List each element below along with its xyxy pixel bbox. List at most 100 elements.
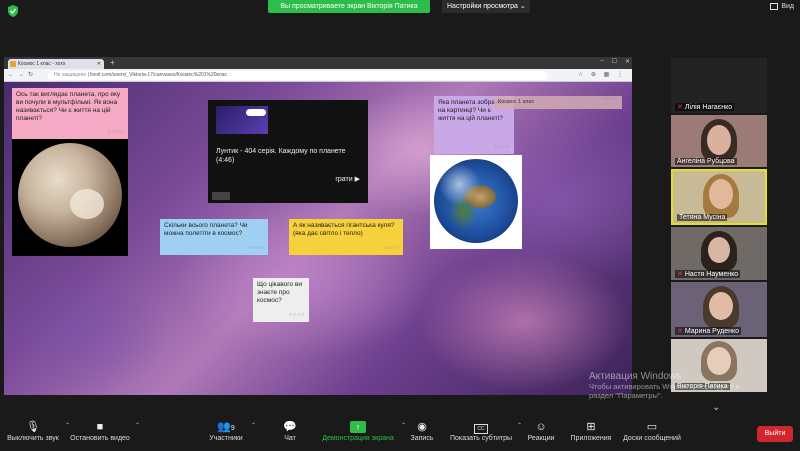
chevron-up-icon[interactable]: ⌃ (135, 422, 140, 429)
participant-tile[interactable]: Ангеліна Рубцова (671, 115, 767, 167)
browser-tabbar: Космос 1 клас - xxxx ✕ + – ☐ ✕ (4, 57, 632, 69)
whiteboard-label: Доски сообщений (623, 435, 681, 442)
not-secure-label: Не защищено (54, 72, 87, 78)
video-thumbnail[interactable] (216, 106, 268, 134)
note-text: Скільки всього планета? Чи можна полетіт… (164, 222, 248, 237)
forward-icon[interactable]: → (18, 72, 28, 78)
participant-face (709, 292, 733, 320)
apps-button[interactable]: ⊞ Приложения (569, 420, 613, 444)
reload-icon[interactable]: ↻ (28, 72, 37, 78)
back-icon[interactable]: ← (8, 72, 18, 78)
view-mode-label: Вид (781, 3, 794, 10)
watermark-title: Активация Windows (589, 371, 682, 382)
note-tools-icon[interactable]: ○○○○ (602, 93, 618, 106)
close-icon[interactable]: ✕ (625, 58, 630, 65)
class-chip[interactable]: Космос 1 клас ○○○○ (494, 96, 622, 109)
zoom-window: Вы просматриваете экран Вікторія Патика … (0, 0, 800, 451)
note-tools-icon[interactable]: ○○○○ (289, 311, 305, 319)
reactions-button[interactable]: ☺ Реакции (527, 420, 555, 444)
chevron-up-icon[interactable]: ⌃ (517, 422, 522, 429)
captions-label: Показать субтитры (450, 435, 513, 442)
mic-muted-icon: ✕ (677, 271, 683, 278)
new-tab-button[interactable]: + (110, 58, 115, 67)
video-label: Остановить видео (70, 435, 130, 442)
pluto-planet-image (18, 143, 122, 247)
shield-icon (8, 5, 18, 17)
earth-image[interactable] (430, 155, 522, 249)
whiteboard-button[interactable]: ▭ Доски сообщений (622, 420, 682, 444)
linoit-canvas[interactable]: Ось так виглядає планета, про яку ви поч… (4, 82, 632, 395)
view-settings-dropdown[interactable]: Настройки просмотра ⌄ (442, 0, 530, 13)
chevron-up-icon[interactable]: ⌃ (401, 422, 406, 429)
record-button[interactable]: ◉ Запись (408, 420, 436, 444)
play-button[interactable]: грати ▶ (335, 176, 360, 184)
mic-muted-icon: ✕ (677, 328, 683, 335)
reactions-icon: ☺ (535, 421, 547, 433)
captions-icon: CC (474, 424, 488, 434)
nav-buttons: ←→↻ (8, 71, 37, 78)
meeting-toolbar: 🎙 Выключить звук ⌃ ■ Остановить видео ⌃ … (0, 417, 800, 451)
camera-icon: ■ (96, 421, 104, 433)
share-screen-icon: ↑ (350, 421, 366, 433)
participant-name: ✕ Настя Науменко (675, 270, 741, 278)
captions-button[interactable]: CC Показать субтитры ⌃ (450, 420, 522, 444)
note-tools-icon[interactable]: ○○○○ (383, 244, 399, 252)
watermark-line: раздел "Параметры". (589, 391, 663, 400)
pluto-image[interactable] (12, 139, 128, 256)
note-tools-icon[interactable]: ○○○○ (248, 244, 264, 252)
mute-button[interactable]: 🎙 Выключить звук ⌃ (6, 420, 70, 444)
chat-label: Чат (284, 435, 296, 442)
minimize-icon[interactable]: – (600, 58, 603, 65)
participant-tile[interactable]: ✕ Лілія Нагаєнко (671, 58, 767, 113)
viewing-share-banner: Вы просматриваете экран Вікторія Патика (268, 0, 430, 13)
extensions-icons[interactable]: ☆ ⊕ ▦ ⋮ (578, 71, 626, 78)
participant-name: Ангеліна Рубцова (675, 158, 737, 165)
address-bar[interactable]: Не защищено | linoit.com/users/_Viktoria… (48, 71, 548, 80)
browser-toolbar: ←→↻ Не защищено | linoit.com/users/_Vikt… (4, 69, 632, 82)
windows-activation-watermark: Активация Windows Чтобы активировать Win… (589, 371, 740, 400)
browser-tab[interactable]: Космос 1 клас - xxxx ✕ (8, 59, 104, 69)
video-note[interactable]: Лунтик - 404 серія. Каждому по планете (… (208, 100, 368, 203)
participant-tile-active[interactable]: Тетяна Мусіна (671, 169, 767, 225)
participant-tile[interactable]: ✕ Настя Науменко (671, 227, 767, 280)
maximize-icon[interactable]: ☐ (612, 58, 617, 65)
chevron-up-icon[interactable]: ⌃ (251, 422, 256, 429)
note-tools-icon[interactable]: ○○○○ (494, 143, 510, 151)
chevron-down-icon[interactable]: ⌄ (712, 402, 720, 413)
participants-button[interactable]: 👥9 Участники ⌃ (206, 420, 256, 444)
note-tools-icon[interactable]: ○○○○ (108, 128, 124, 136)
pluto-heart-region (70, 189, 104, 219)
chat-button[interactable]: 💬 Чат (280, 420, 300, 444)
shared-screen: Космос 1 клас - xxxx ✕ + – ☐ ✕ ←→↻ Не за… (4, 57, 632, 395)
participant-name: Тетяна Мусіна (677, 214, 728, 221)
chevron-down-icon: ⌄ (519, 3, 526, 10)
grid-icon (770, 3, 779, 10)
thumbnail-bubble-icon (246, 109, 266, 116)
participant-tile[interactable]: ✕ Марина Руденко (671, 282, 767, 337)
close-icon[interactable]: ✕ (97, 59, 101, 69)
leave-button[interactable]: Выйти (757, 426, 793, 442)
sticky-note-yellow[interactable]: А як називається гігантська куля? (яка д… (289, 219, 403, 255)
sticky-note-pink[interactable]: Ось так виглядає планета, про яку ви поч… (12, 88, 128, 139)
view-mode-button[interactable]: Вид (770, 3, 794, 10)
sticky-note-blue[interactable]: Скільки всього планета? Чи можна полетіт… (160, 219, 268, 255)
note-text: А як називається гігантська куля? (яка д… (293, 222, 395, 237)
record-icon: ◉ (417, 421, 427, 433)
video-button[interactable]: ■ Остановить видео ⌃ (70, 420, 140, 444)
reactions-label: Реакции (527, 435, 555, 442)
favicon-icon (10, 61, 16, 67)
video-mini-icon (212, 192, 230, 200)
participant-face (708, 237, 730, 263)
mute-label: Выключить звук (7, 435, 59, 442)
participants-count: 9 (230, 425, 235, 432)
share-screen-button[interactable]: ↑ Демонстрация экрана ⌃ (320, 420, 406, 444)
participant-name: ✕ Лілія Нагаєнко (675, 103, 735, 111)
note-text: Ось так виглядає планета, про яку ви поч… (16, 91, 121, 122)
whiteboard-icon: ▭ (646, 421, 658, 433)
earth-planet-image (434, 159, 518, 243)
sticky-note-white[interactable]: Що цікавого ви знаєте про космос? ○○○○ (253, 278, 309, 322)
share-screen-label: Демонстрация экрана (322, 435, 394, 442)
window-controls: – ☐ ✕ (600, 58, 630, 65)
participant-name: ✕ Марина Руденко (675, 327, 741, 335)
participants-label: Участники (209, 435, 243, 442)
